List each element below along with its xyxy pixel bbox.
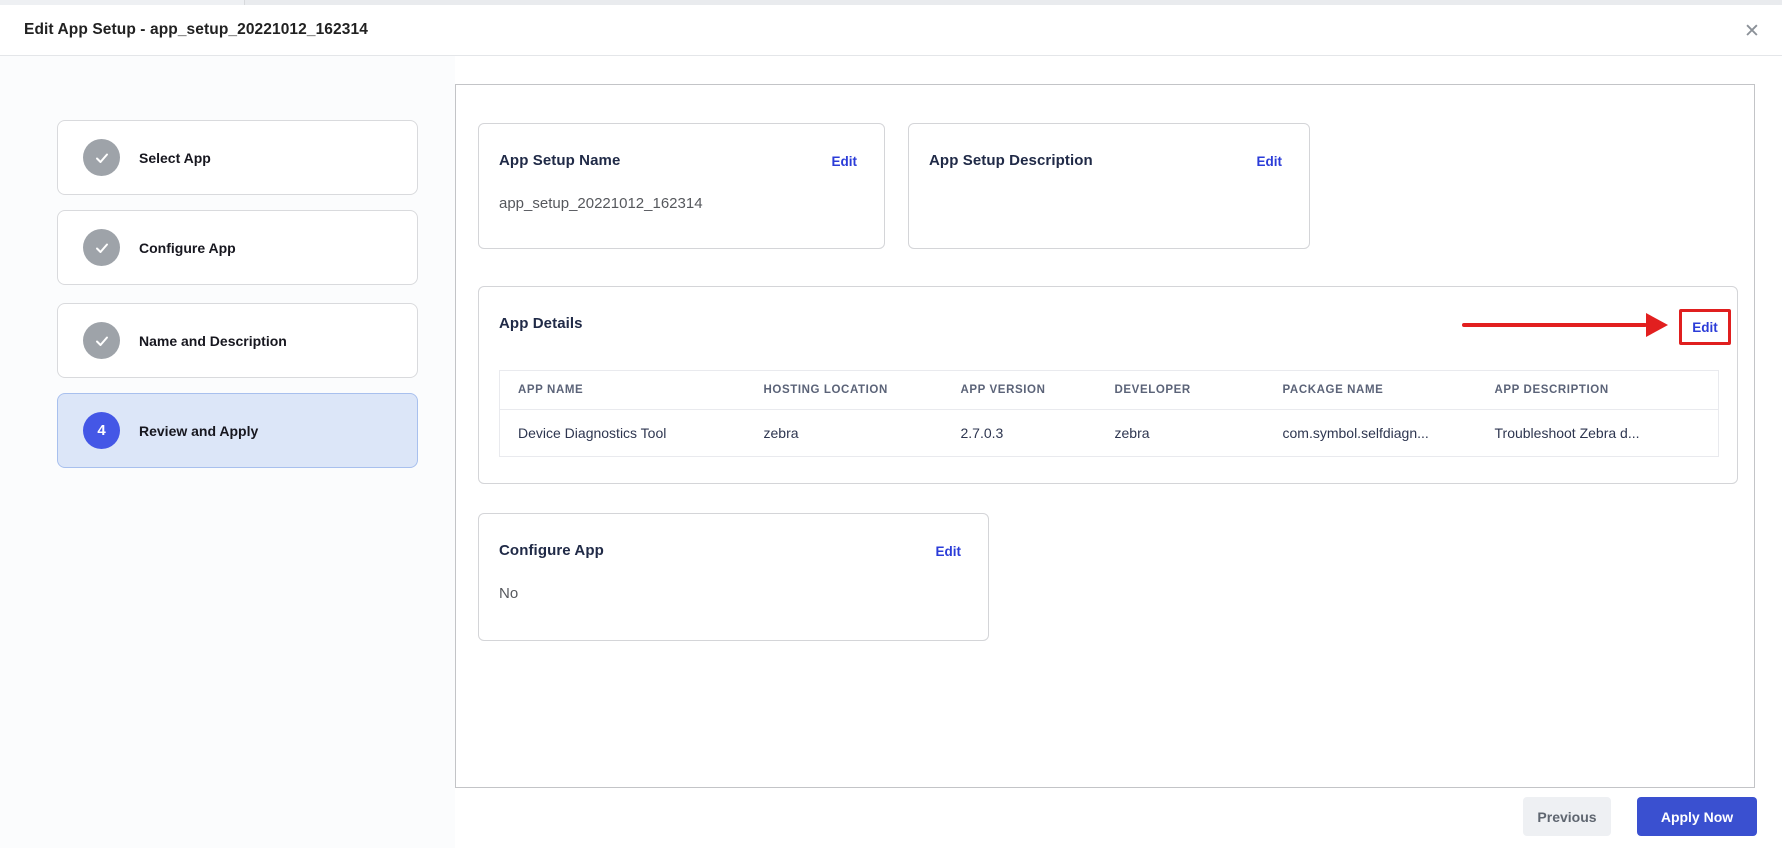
- cell-package-name: com.symbol.selfdiagn...: [1282, 425, 1429, 441]
- edit-app-details-button[interactable]: Edit: [1692, 320, 1718, 335]
- table-header-row: APP NAME HOSTING LOCATION APP VERSION DE…: [499, 370, 1719, 410]
- close-button[interactable]: ✕: [1736, 15, 1768, 47]
- sidebar-step-configure-app[interactable]: Configure App: [57, 210, 418, 285]
- column-header-app-name: APP NAME: [499, 370, 746, 410]
- app-setup-name-card: App Setup Name Edit app_setup_20221012_1…: [478, 123, 885, 249]
- cell-app-version: 2.7.0.3: [960, 425, 1004, 441]
- cell-app-name: Device Diagnostics Tool: [518, 425, 667, 441]
- card-title: App Setup Description: [929, 152, 1093, 169]
- edit-app-setup-name-button[interactable]: Edit: [832, 154, 858, 169]
- cell-hosting-location: zebra: [763, 425, 799, 441]
- previous-button[interactable]: Previous: [1523, 797, 1611, 836]
- edit-configure-app-button[interactable]: Edit: [936, 544, 962, 559]
- card-title: App Details: [499, 315, 583, 332]
- edit-app-setup-modal: Edit App Setup - app_setup_20221012_1623…: [0, 0, 1782, 848]
- sidebar-step-select-app[interactable]: Select App: [57, 120, 418, 195]
- check-icon: [83, 139, 120, 176]
- column-header-app-description: APP DESCRIPTION: [1476, 370, 1719, 410]
- configure-app-card: Configure App Edit No: [478, 513, 989, 641]
- app-setup-description-card: App Setup Description Edit: [908, 123, 1310, 249]
- sidebar-step-name-description[interactable]: Name and Description: [57, 303, 418, 378]
- column-header-package-name: PACKAGE NAME: [1264, 370, 1477, 410]
- modal-header: Edit App Setup - app_setup_20221012_1623…: [0, 5, 1782, 56]
- step-label: Review and Apply: [139, 422, 259, 439]
- column-header-app-version: APP VERSION: [942, 370, 1097, 410]
- table-row: Device Diagnostics Tool zebra 2.7.0.3 ze…: [500, 410, 1719, 457]
- edit-app-setup-description-button[interactable]: Edit: [1257, 154, 1283, 169]
- step-label: Configure App: [139, 239, 236, 256]
- configure-app-value: No: [499, 585, 519, 602]
- column-header-hosting-location: HOSTING LOCATION: [745, 370, 943, 410]
- app-details-card: App Details Edit APP NAME HOSTING LOCATI…: [478, 286, 1738, 484]
- card-title: Configure App: [499, 542, 604, 559]
- step-number: 4: [97, 422, 106, 439]
- column-header-developer: DEVELOPER: [1096, 370, 1265, 410]
- app-setup-name-value: app_setup_20221012_162314: [499, 195, 703, 212]
- check-icon: [83, 322, 120, 359]
- sidebar-step-review-apply[interactable]: 4 Review and Apply: [57, 393, 418, 468]
- page-title: Edit App Setup - app_setup_20221012_1623…: [24, 21, 368, 38]
- apply-now-button[interactable]: Apply Now: [1637, 797, 1757, 836]
- step-number-icon: 4: [83, 412, 120, 449]
- card-title: App Setup Name: [499, 152, 621, 169]
- app-details-table: APP NAME HOSTING LOCATION APP VERSION DE…: [499, 370, 1719, 457]
- check-icon: [83, 229, 120, 266]
- step-label: Name and Description: [139, 332, 287, 349]
- wizard-stepper-sidebar: Select App Configure App Name and Descri…: [0, 56, 455, 848]
- edit-highlight-box: Edit: [1679, 309, 1731, 345]
- close-icon: ✕: [1744, 20, 1760, 42]
- step-label: Select App: [139, 149, 211, 166]
- cell-app-description: Troubleshoot Zebra d...: [1494, 425, 1640, 441]
- cell-developer: zebra: [1114, 425, 1150, 441]
- review-panel: App Setup Name Edit app_setup_20221012_1…: [455, 84, 1755, 788]
